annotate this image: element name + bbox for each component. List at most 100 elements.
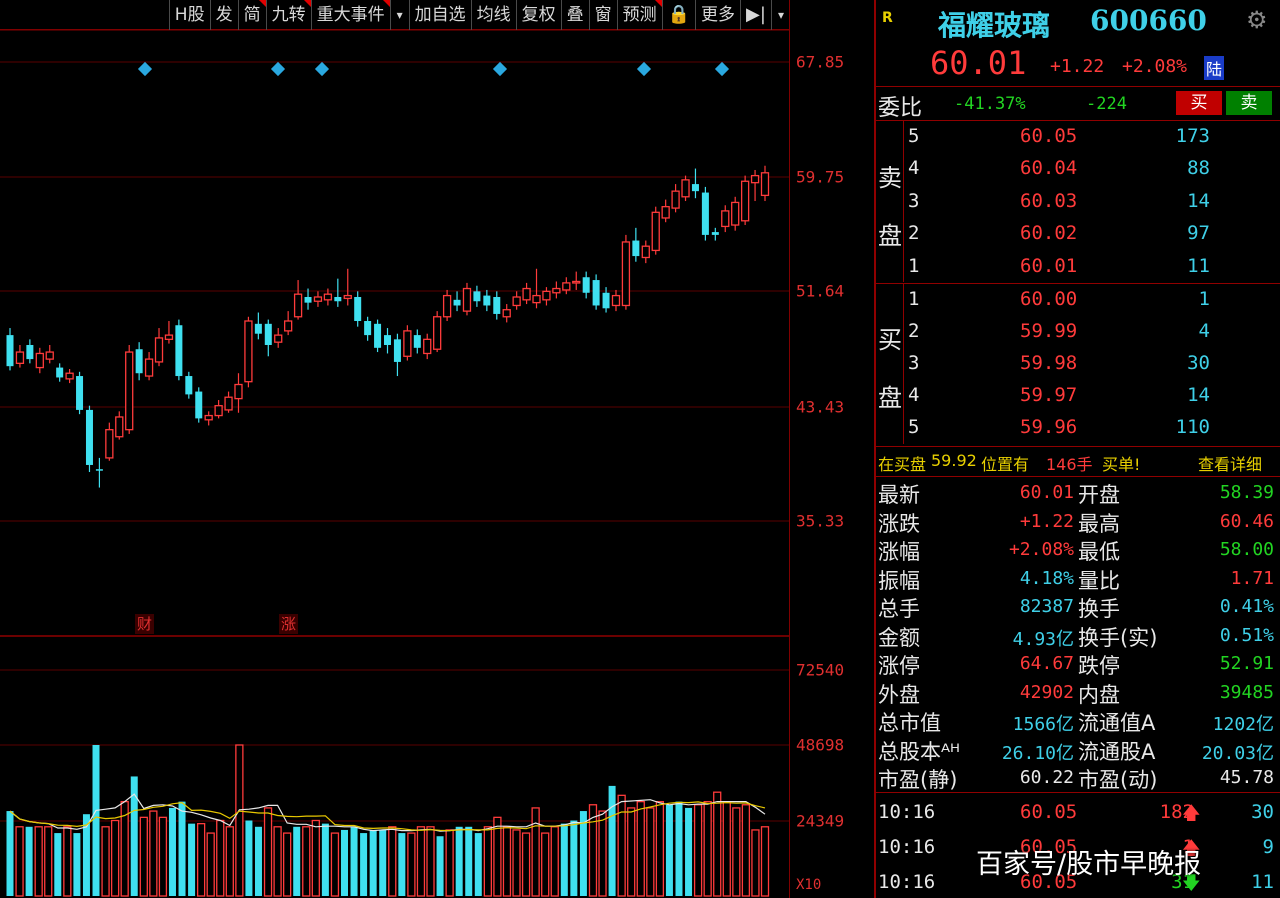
major-events-button[interactable]: 重大事件 — [310, 0, 390, 30]
stat-value: 1.71 — [1230, 567, 1274, 589]
candle-body-up — [403, 330, 412, 357]
kline-chart[interactable]: 67.85 59.75 51.64 43.43 35.33 72540 4869… — [0, 0, 876, 898]
event-diamond — [636, 61, 652, 77]
candle-body-down — [26, 344, 34, 360]
volume-bar-down — [436, 836, 444, 896]
financial-report-marker[interactable]: 财 — [135, 614, 155, 634]
candle-body-up — [661, 206, 670, 219]
event-diamond — [270, 61, 286, 77]
candle-body-down — [582, 277, 590, 293]
candle-body-up — [343, 294, 352, 300]
notice-text-3: 买单! — [1102, 455, 1141, 474]
candle-body-down — [493, 297, 501, 314]
candle-body-up — [552, 287, 561, 294]
candle-body-up — [512, 296, 521, 307]
candle-body-up — [284, 320, 293, 332]
level-volume: 88 — [1187, 157, 1210, 180]
moving-average-button[interactable]: 均线 — [470, 0, 516, 30]
expand-right-icon[interactable]: ▶| — [740, 0, 771, 30]
major-events-dropdown-icon[interactable]: ▾ — [389, 0, 409, 30]
brief-button[interactable]: 简 — [237, 0, 266, 30]
sell-button[interactable]: 卖 — [1226, 91, 1272, 115]
volume-bar-up — [703, 800, 712, 897]
forecast-button[interactable]: 预测 — [616, 0, 662, 30]
tick-count: 11 — [1251, 871, 1274, 893]
level-number: 3 — [908, 352, 920, 374]
toolbar-dropdown-icon[interactable]: ▾ — [770, 0, 790, 30]
volume-bar-up — [63, 826, 72, 897]
more-button[interactable]: 更多 — [695, 0, 740, 30]
level-number: 4 — [908, 157, 920, 180]
volume-bar-up — [225, 826, 234, 897]
candle-body-up — [502, 309, 511, 318]
sell-level-row[interactable]: 4 60.04 88 — [876, 153, 1280, 185]
volume-bar-up — [617, 794, 626, 897]
event-diamond — [314, 61, 330, 77]
volume-bar-up — [416, 826, 426, 897]
sell-level-row[interactable]: 5 60.05 173 — [876, 121, 1280, 153]
gear-icon[interactable]: ⚙ — [1246, 6, 1268, 34]
candle-body-down — [453, 299, 461, 306]
volume-bar-down — [570, 820, 578, 896]
notice-qty: 146手 — [1046, 455, 1093, 474]
price-change-pct: +2.08% — [1122, 56, 1188, 77]
stat-value: 60.46 — [1219, 510, 1274, 532]
volume-bar-up — [655, 800, 665, 897]
volume-bar-up — [273, 826, 282, 897]
volume-bar-up — [196, 822, 206, 897]
tick-time: 10:16 — [878, 871, 936, 893]
volume-bar-down — [54, 833, 62, 896]
buy-level-row[interactable]: 4 59.97 14 — [876, 380, 1280, 412]
candle-body-up — [224, 396, 233, 411]
buy-button[interactable]: 买 — [1176, 91, 1222, 115]
candle-body-up — [681, 179, 690, 198]
issue-button[interactable]: 发 — [209, 0, 238, 30]
chart-axis-divider — [789, 0, 790, 898]
level-number: 4 — [908, 384, 920, 406]
nine-turn-button[interactable]: 九转 — [265, 0, 311, 30]
tick-row: 10:16 60.05 182 🡅 30 — [876, 797, 1280, 827]
stock-header: R 福耀玻璃 600660 ⚙ — [876, 4, 1280, 42]
stat-label: 总股本ᴬᴴ — [878, 739, 960, 764]
volume-bar-up — [15, 826, 24, 897]
add-watchlist-button[interactable]: 加自选 — [408, 0, 471, 30]
stat-row: 涨幅 +2.08% 最低 58.00 — [876, 535, 1280, 564]
price-limit-marker[interactable]: 涨 — [279, 614, 299, 634]
volume-bar-up — [445, 829, 454, 897]
volume-bar-up — [636, 800, 645, 897]
volume-bar-down — [675, 801, 683, 896]
volume-bar-up — [426, 826, 435, 897]
stock-code: 600660 — [1090, 4, 1207, 37]
order-diff-value: -224 — [1086, 94, 1127, 114]
sell-level-row[interactable]: 1 60.01 11 — [876, 251, 1280, 283]
buy-level-row[interactable]: 1 60.00 1 — [876, 284, 1280, 316]
candle-body-up — [65, 372, 74, 380]
window-button[interactable]: 窗 — [588, 0, 617, 30]
notice-text-1: 在买盘 — [878, 455, 927, 474]
sell-level-row[interactable]: 2 60.02 97 — [876, 218, 1280, 250]
overlay-button[interactable]: 叠 — [560, 0, 589, 30]
h-share-button[interactable]: H股 — [168, 0, 210, 30]
volume-bar-down — [474, 833, 482, 896]
buy-level-row[interactable]: 2 59.99 4 — [876, 316, 1280, 348]
buy-level-row[interactable]: 3 59.98 30 — [876, 348, 1280, 380]
lock-icon[interactable]: 🔒 — [661, 0, 695, 30]
tick-time: 10:16 — [878, 836, 936, 858]
view-detail-link[interactable]: 查看详细 — [1198, 451, 1262, 475]
price-label-1: 67.85 — [796, 52, 845, 72]
sell-level-row[interactable]: 3 60.03 14 — [876, 186, 1280, 218]
candle-body-up — [433, 316, 442, 350]
volume-bar-up — [722, 800, 731, 897]
level-price: 60.03 — [1020, 189, 1078, 212]
buy-level-row[interactable]: 5 59.96 110 — [876, 412, 1280, 444]
stat-label: 最高 — [1078, 511, 1120, 536]
volume-bar-down — [340, 829, 348, 896]
adjust-button[interactable]: 复权 — [515, 0, 561, 30]
volume-bar-up — [693, 804, 703, 897]
candle-body-up — [125, 351, 134, 431]
stat-label: 振幅 — [878, 568, 920, 593]
stat-row: 总手 82387 换手 0.41% — [876, 592, 1280, 621]
volume-bar-down — [350, 826, 358, 896]
stat-value: 39485 — [1219, 681, 1274, 703]
volume-bar-up — [388, 826, 397, 897]
